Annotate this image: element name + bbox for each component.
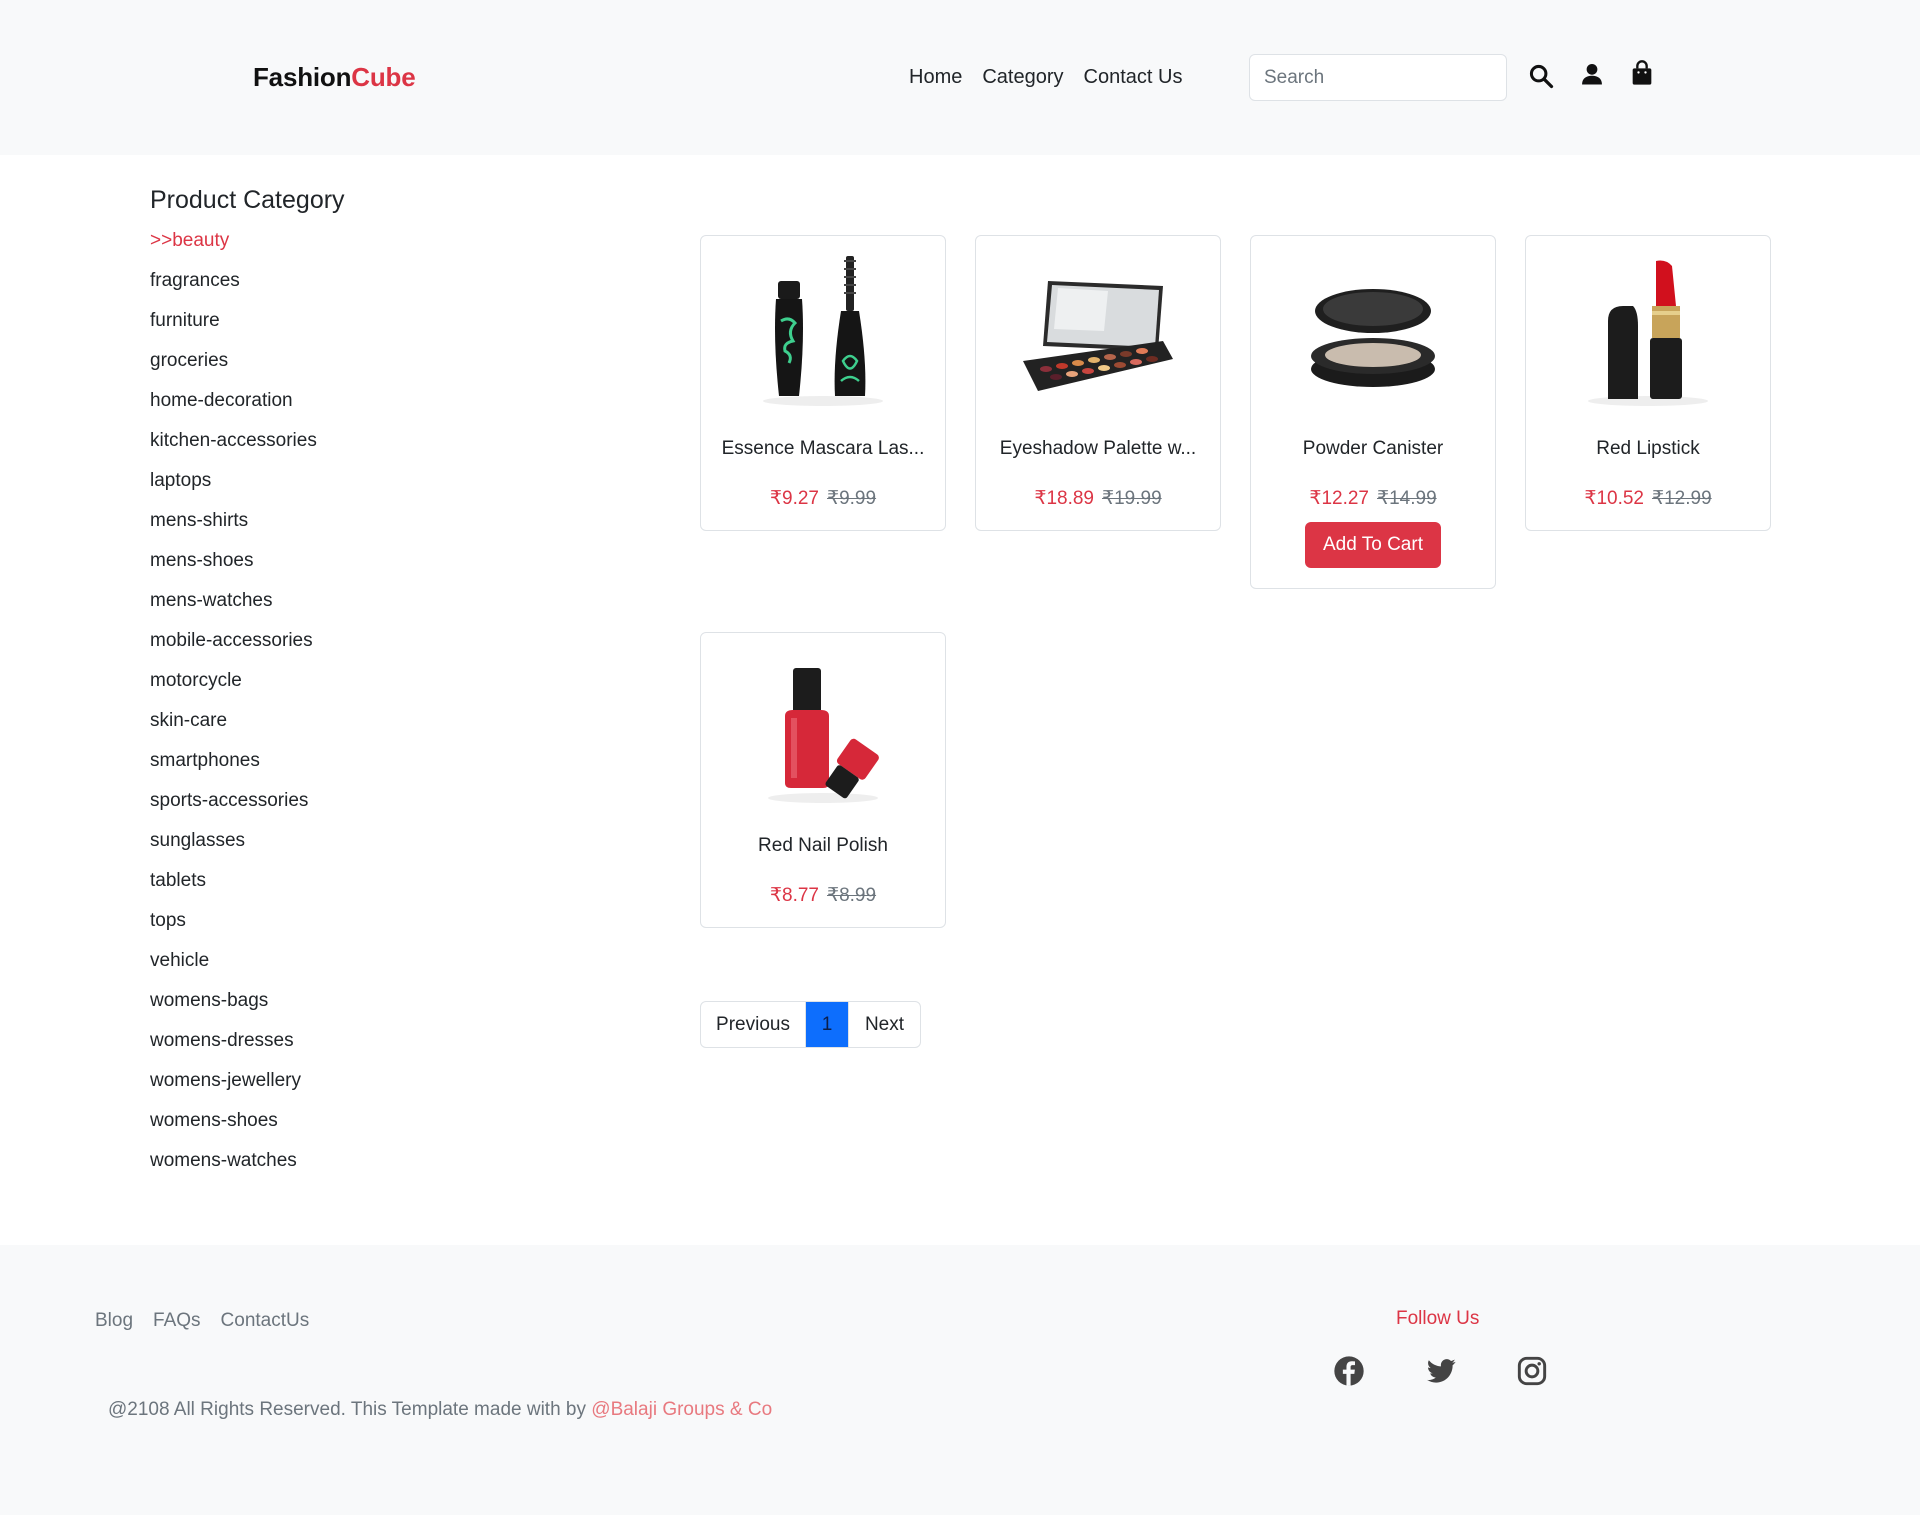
product-prices: ₹12.27 ₹14.99: [1251, 487, 1495, 510]
product-title[interactable]: Powder Canister: [1251, 438, 1495, 460]
sidebar-title: Product Category: [150, 186, 345, 214]
facebook-icon[interactable]: [1333, 1355, 1365, 1387]
category-item[interactable]: groceries: [150, 349, 317, 389]
nav-contact-us[interactable]: Contact Us: [1084, 66, 1183, 89]
category-item[interactable]: mobile-accessories: [150, 629, 317, 669]
category-item[interactable]: skin-care: [150, 709, 317, 749]
product-old-price: ₹19.99: [1102, 488, 1162, 509]
product-price: ₹10.52: [1584, 488, 1644, 509]
pagination-next[interactable]: Next: [848, 1002, 920, 1047]
user-icon[interactable]: [1578, 60, 1606, 88]
twitter-icon[interactable]: [1425, 1355, 1457, 1387]
product-card[interactable]: Red Nail Polish ₹8.77 ₹8.99: [700, 632, 946, 928]
site-header: FashionCube Home Category Contact Us: [0, 0, 1920, 155]
instagram-icon[interactable]: [1516, 1355, 1548, 1387]
search-icon[interactable]: [1527, 62, 1555, 90]
category-item[interactable]: tops: [150, 909, 317, 949]
product-old-price: ₹14.99: [1377, 488, 1437, 509]
product-card[interactable]: Red Lipstick ₹10.52 ₹12.99: [1525, 235, 1771, 531]
category-item[interactable]: sunglasses: [150, 829, 317, 869]
logo-text-accent: Cube: [351, 62, 416, 92]
product-old-price: ₹12.99: [1652, 488, 1712, 509]
product-prices: ₹10.52 ₹12.99: [1526, 487, 1770, 510]
nav-category[interactable]: Category: [982, 66, 1063, 89]
product-price: ₹9.27: [769, 488, 819, 509]
product-image-eyeshadow-palette: [1023, 281, 1173, 391]
product-title[interactable]: Red Nail Polish: [701, 835, 945, 857]
copyright-label: @2108 All Rights Reserved. This Template…: [108, 1399, 592, 1420]
category-item[interactable]: womens-jewellery: [150, 1069, 317, 1109]
copyright-text: @2108 All Rights Reserved. This Template…: [108, 1399, 772, 1421]
product-title[interactable]: Eyeshadow Palette w...: [976, 438, 1220, 460]
category-item[interactable]: fragrances: [150, 269, 317, 309]
category-list: >>beauty fragrances furniture groceries home…: [150, 229, 317, 1189]
pagination-previous[interactable]: Previous: [701, 1002, 806, 1047]
product-card[interactable]: Essence Mascara Las... ₹9.27 ₹9.99: [700, 235, 946, 531]
product-price: ₹12.27: [1309, 488, 1369, 509]
category-item[interactable]: laptops: [150, 469, 317, 509]
shopping-bag-icon[interactable]: [1628, 59, 1656, 87]
category-item[interactable]: womens-dresses: [150, 1029, 317, 1069]
pagination-page-1[interactable]: 1: [806, 1002, 848, 1047]
product-image-nail-polish: [768, 668, 879, 803]
category-item[interactable]: smartphones: [150, 749, 317, 789]
copyright-brand-link[interactable]: @Balaji Groups & Co: [591, 1399, 772, 1420]
category-item[interactable]: tablets: [150, 869, 317, 909]
pagination: Previous 1 Next: [700, 1001, 921, 1048]
category-item[interactable]: womens-bags: [150, 989, 317, 1029]
category-item[interactable]: mens-shirts: [150, 509, 317, 549]
product-price: ₹18.89: [1034, 488, 1094, 509]
product-old-price: ₹9.99: [827, 488, 877, 509]
main-nav: Home Category Contact Us: [909, 66, 1182, 89]
site-logo[interactable]: FashionCube: [253, 62, 416, 93]
follow-us-title: Follow Us: [1396, 1308, 1480, 1329]
product-old-price: ₹8.99: [827, 885, 877, 906]
nav-home[interactable]: Home: [909, 66, 962, 89]
product-image-lipstick: [1588, 260, 1708, 406]
category-item[interactable]: motorcycle: [150, 669, 317, 709]
category-item[interactable]: sports-accessories: [150, 789, 317, 829]
site-footer: Blog FAQs ContactUs Follow Us @2108 All …: [0, 1245, 1920, 1515]
product-card[interactable]: Powder Canister ₹12.27 ₹14.99 Add To Cart: [1250, 235, 1496, 589]
product-card[interactable]: Eyeshadow Palette w... ₹18.89 ₹19.99: [975, 235, 1221, 531]
category-item[interactable]: womens-watches: [150, 1149, 317, 1189]
logo-text-primary: Fashion: [253, 62, 352, 92]
product-prices: ₹18.89 ₹19.99: [976, 487, 1220, 510]
product-price: ₹8.77: [769, 885, 819, 906]
category-item[interactable]: mens-watches: [150, 589, 317, 629]
category-item[interactable]: womens-shoes: [150, 1109, 317, 1149]
product-title[interactable]: Essence Mascara Las...: [701, 438, 945, 460]
search-input[interactable]: [1249, 54, 1507, 101]
product-title[interactable]: Red Lipstick: [1526, 438, 1770, 460]
add-to-cart-button[interactable]: Add To Cart: [1305, 522, 1441, 568]
footer-link-faqs[interactable]: FAQs: [153, 1310, 201, 1332]
product-prices: ₹9.27 ₹9.99: [701, 487, 945, 510]
category-item[interactable]: furniture: [150, 309, 317, 349]
product-image-powder-canister: [1311, 289, 1435, 387]
footer-link-contactus[interactable]: ContactUs: [221, 1310, 310, 1332]
footer-links: Blog FAQs ContactUs: [95, 1310, 309, 1332]
category-item[interactable]: mens-shoes: [150, 549, 317, 589]
category-item[interactable]: kitchen-accessories: [150, 429, 317, 469]
category-item[interactable]: home-decoration: [150, 389, 317, 429]
category-item[interactable]: vehicle: [150, 949, 317, 989]
product-prices: ₹8.77 ₹8.99: [701, 884, 945, 907]
category-item[interactable]: >>beauty: [150, 229, 317, 269]
footer-link-blog[interactable]: Blog: [95, 1310, 133, 1332]
product-image-mascara: [763, 256, 883, 406]
